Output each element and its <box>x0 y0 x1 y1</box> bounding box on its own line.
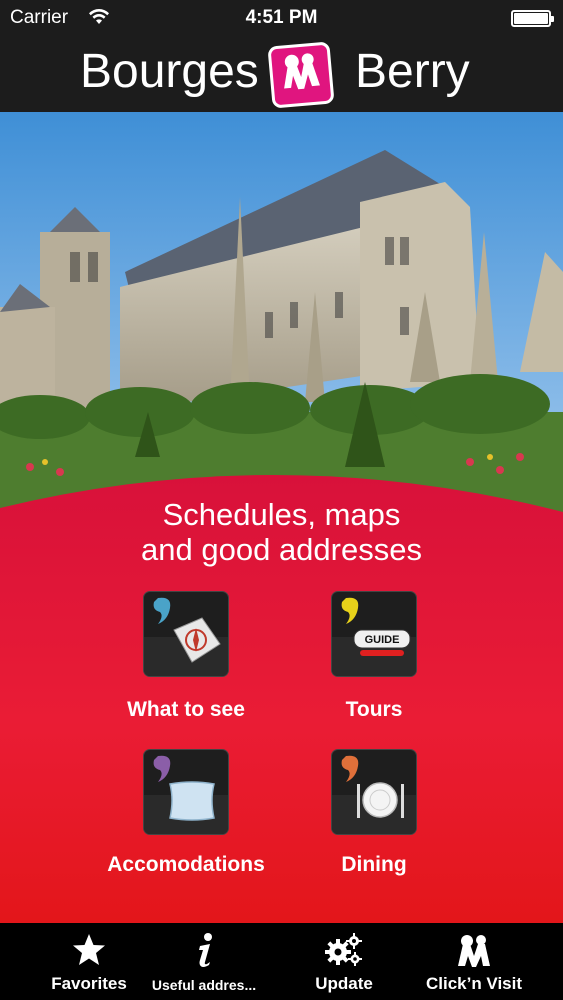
info-icon <box>199 933 212 967</box>
header-title-right: Berry <box>355 45 470 98</box>
gears-icon <box>325 933 362 966</box>
dining-button[interactable] <box>331 749 417 835</box>
what-to-see-button[interactable] <box>143 591 229 677</box>
tab-useful-addresses[interactable]: Useful addres... <box>134 923 274 1000</box>
compass-icon <box>144 597 228 676</box>
accomodations-label: Accomodations <box>107 853 265 876</box>
tab-update[interactable]: Update <box>274 923 414 1000</box>
what-to-see-label: What to see <box>127 698 245 721</box>
pillow-icon <box>144 755 228 834</box>
star-icon <box>73 934 105 965</box>
tab-update-label: Update <box>315 974 373 993</box>
tab-useful-addresses-label: Useful addres... <box>151 977 257 993</box>
tab-bar: Favorites Useful addres... Update Click’… <box>0 923 563 1000</box>
header-title-left: Bourges <box>80 45 259 98</box>
battery-icon <box>511 10 554 27</box>
tab-clicknvisit[interactable]: Click’n Visit <box>404 923 544 1000</box>
tours-button[interactable]: GUIDE <box>331 591 417 677</box>
app-header: Bourges Berry <box>0 36 563 112</box>
status-bar: Carrier 4:51 PM <box>0 0 563 36</box>
menu-panel: Schedules, maps and good addresses What … <box>0 460 563 923</box>
guide-icon: GUIDE <box>332 597 416 676</box>
plate-icon <box>332 755 416 834</box>
tours-label: Tours <box>345 698 403 721</box>
clock: 4:51 PM <box>245 7 318 28</box>
accomodations-button[interactable] <box>143 749 229 835</box>
clicknvisit-logo <box>267 41 335 109</box>
clicknvisit-icon <box>458 935 490 967</box>
dining-label: Dining <box>341 853 407 876</box>
tagline-line-1: Schedules, maps <box>162 497 401 532</box>
tagline-line-2: and good addresses <box>141 532 422 567</box>
tab-clicknvisit-label: Click’n Visit <box>425 974 523 993</box>
svg-text:GUIDE: GUIDE <box>365 634 400 646</box>
